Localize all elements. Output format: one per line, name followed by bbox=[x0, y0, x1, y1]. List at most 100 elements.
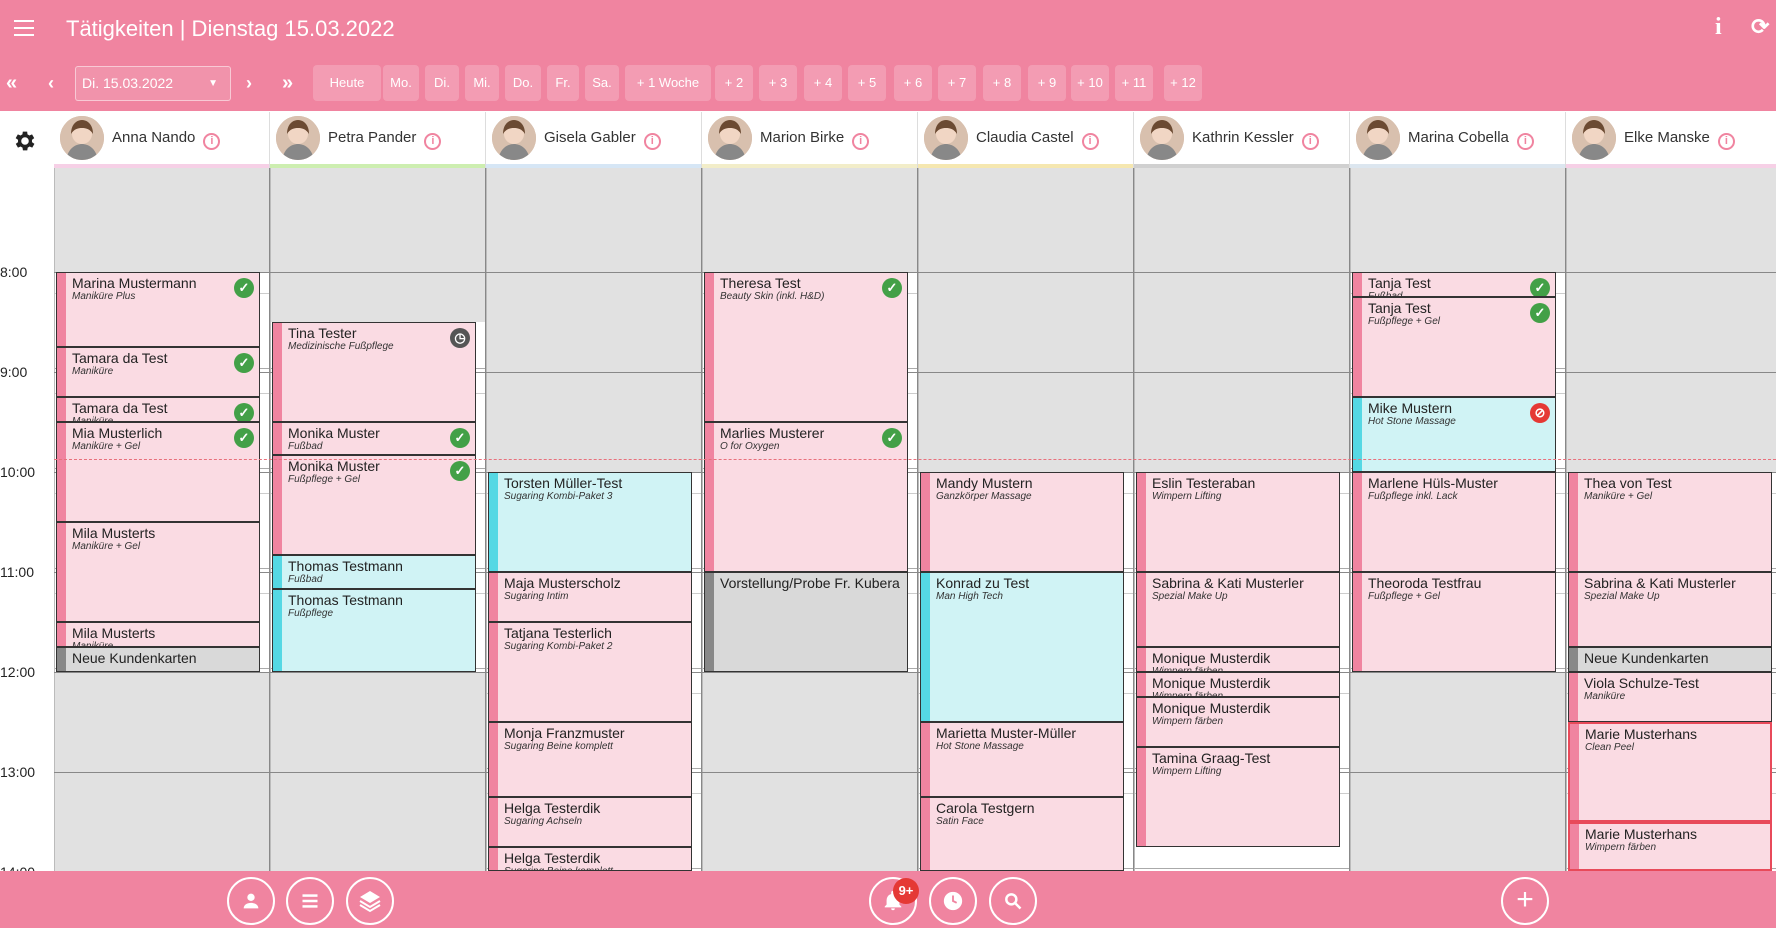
appointment-card[interactable]: Thomas Testmann Fußpflege bbox=[272, 588, 476, 672]
appointment-card[interactable]: Konrad zu Test Man High Tech bbox=[920, 572, 1124, 722]
appointment-card[interactable]: Eslin Testeraban Wimpern Lifting bbox=[1136, 472, 1340, 572]
appointment-card[interactable]: Marie Musterhans Clean Peel bbox=[1568, 722, 1772, 822]
staff-info-icon[interactable]: i bbox=[203, 133, 221, 150]
staff-info-icon[interactable]: i bbox=[1081, 133, 1099, 150]
avatar bbox=[924, 116, 968, 160]
date-select[interactable]: Di. 15.03.2022 ▼ bbox=[75, 66, 231, 101]
nav-button-5[interactable]: Fr. bbox=[547, 65, 579, 101]
appointment-card[interactable]: Tatjana Testerlich Sugaring Kombi-Paket 2 bbox=[488, 622, 692, 722]
appointment-card[interactable]: Monique Musterdik Wimpern färben bbox=[1136, 697, 1340, 747]
appointment-card[interactable]: Sabrina & Kati Musterler Spezial Make Up bbox=[1568, 572, 1772, 647]
staff-name-label: Elke Manske bbox=[1624, 129, 1710, 146]
check-icon: ✓ bbox=[234, 353, 254, 373]
appointment-card[interactable]: Torsten Müller-Test Sugaring Kombi-Paket … bbox=[488, 472, 692, 572]
nav-button-8[interactable]: + 2 bbox=[715, 65, 753, 101]
info-icon[interactable]: i bbox=[1715, 14, 1722, 41]
menu-icon[interactable] bbox=[14, 20, 34, 36]
appointment-card[interactable]: Monique Musterdik Wimpern färben bbox=[1136, 672, 1340, 697]
appointment-card[interactable]: Neue Kundenkarten bbox=[1568, 647, 1772, 672]
nav-button-10[interactable]: + 4 bbox=[804, 65, 842, 101]
appointment-client: Tanja Test bbox=[1368, 275, 1431, 291]
unavailable-block bbox=[1351, 168, 1565, 272]
appointment-card[interactable]: Mia Musterlich Maniküre + Gel ✓ bbox=[56, 422, 260, 522]
appointment-card[interactable]: Vorstellung/Probe Fr. Kubera bbox=[704, 572, 908, 672]
next-day-icon[interactable]: › bbox=[246, 66, 252, 100]
staff-name-label: Kathrin Kessler bbox=[1192, 129, 1294, 146]
list-icon[interactable] bbox=[286, 877, 334, 925]
appointment-client: Monika Muster bbox=[288, 458, 380, 475]
nav-button-15[interactable]: + 9 bbox=[1028, 65, 1066, 101]
appointment-card[interactable]: Mandy Mustern Ganzkörper Massage bbox=[920, 472, 1124, 572]
appointment-color-bar bbox=[1137, 673, 1146, 696]
appointment-card[interactable]: Mike Mustern Hot Stone Massage ⊘ bbox=[1352, 397, 1556, 472]
nav-button-14[interactable]: + 8 bbox=[983, 65, 1021, 101]
nav-button-11[interactable]: + 5 bbox=[848, 65, 886, 101]
nav-button-4[interactable]: Do. bbox=[505, 65, 541, 101]
layers-icon[interactable] bbox=[346, 877, 394, 925]
last-page-icon[interactable]: » bbox=[282, 66, 293, 100]
appointment-card[interactable]: Thomas Testmann Fußbad bbox=[272, 555, 476, 589]
clock-icon[interactable] bbox=[929, 877, 977, 925]
appointment-card[interactable]: Marietta Muster-Müller Hot Stone Massage bbox=[920, 722, 1124, 797]
nav-button-16[interactable]: + 10 bbox=[1071, 65, 1109, 101]
nav-button-7[interactable]: + 1 Woche bbox=[625, 65, 711, 101]
nav-button-12[interactable]: + 6 bbox=[894, 65, 932, 101]
appointment-client: Thea von Test bbox=[1584, 475, 1672, 491]
search-icon[interactable] bbox=[989, 877, 1037, 925]
nav-button-2[interactable]: Di. bbox=[425, 65, 459, 101]
nav-button-1[interactable]: Mo. bbox=[383, 65, 419, 101]
appointment-card[interactable]: Maja Musterscholz Sugaring Intim bbox=[488, 572, 692, 622]
refresh-icon[interactable]: ⟳ bbox=[1751, 14, 1769, 40]
staff-info-icon[interactable]: i bbox=[424, 133, 442, 150]
appointment-card[interactable]: Theresa Test Beauty Skin (inkl. H&D) ✓ bbox=[704, 272, 908, 422]
person-icon[interactable] bbox=[227, 877, 275, 925]
appointment-color-bar bbox=[489, 473, 498, 571]
appointment-client: Marietta Muster-Müller bbox=[936, 725, 1077, 741]
appointment-card[interactable]: Helga Testerdik Sugaring Achseln bbox=[488, 797, 692, 847]
staff-info-icon[interactable]: i bbox=[643, 133, 661, 150]
appointment-card[interactable]: Theoroda Testfrau Fußpflege + Gel bbox=[1352, 572, 1556, 672]
staff-name: Kathrin Kessler i bbox=[1192, 129, 1319, 150]
appointment-card[interactable]: Tina Tester Medizinische Fußpflege ◷ bbox=[272, 322, 476, 422]
staff-info-icon[interactable]: i bbox=[1717, 133, 1735, 150]
appointment-client: Mila Musterts bbox=[72, 525, 156, 541]
nav-button-9[interactable]: + 3 bbox=[759, 65, 797, 101]
appointment-card[interactable]: Monique Musterdik Wimpern färben bbox=[1136, 647, 1340, 672]
nav-button-13[interactable]: + 7 bbox=[938, 65, 976, 101]
nav-button-3[interactable]: Mi. bbox=[465, 65, 499, 101]
appointment-card[interactable]: Thea von Test Maniküre + Gel bbox=[1568, 472, 1772, 572]
appointment-card[interactable]: Marlene Hüls-Muster Fußpflege inkl. Lack bbox=[1352, 472, 1556, 572]
appointment-card[interactable]: Monja Franzmuster Sugaring Beine komplett bbox=[488, 722, 692, 797]
appointment-card[interactable]: Mila Musterts Maniküre bbox=[56, 622, 260, 647]
appointment-card[interactable]: Neue Kundenkarten bbox=[56, 647, 260, 672]
appointment-card[interactable]: Viola Schulze-Test Maniküre bbox=[1568, 672, 1772, 722]
nav-button-6[interactable]: Sa. bbox=[585, 65, 619, 101]
appointment-card[interactable]: Tanja Test Fußpflege + Gel ✓ bbox=[1352, 297, 1556, 397]
add-icon[interactable]: + bbox=[1501, 877, 1549, 925]
appointment-card[interactable]: Tamara da Test Maniküre ✓ bbox=[56, 347, 260, 397]
first-page-icon[interactable]: « bbox=[6, 66, 17, 100]
check-icon: ✓ bbox=[234, 428, 254, 448]
appointment-card[interactable]: Tamara da Test Maniküre ✓ bbox=[56, 397, 260, 422]
appointment-card[interactable]: Mila Musterts Maniküre + Gel bbox=[56, 522, 260, 622]
appointment-card[interactable]: Monika Muster Fußpflege + Gel ✓ bbox=[272, 455, 476, 556]
appointment-card[interactable]: Monika Muster Fußbad ✓ bbox=[272, 422, 476, 456]
appointment-card[interactable]: Marina Mustermann Maniküre Plus ✓ bbox=[56, 272, 260, 347]
appointment-card[interactable]: Marlies Musterer O for Oxygen ✓ bbox=[704, 422, 908, 572]
nav-button-17[interactable]: + 11 bbox=[1115, 65, 1153, 101]
appointment-card[interactable]: Tanja Test Fußbad ✓ bbox=[1352, 272, 1556, 297]
appointment-color-bar bbox=[1569, 473, 1578, 571]
staff-info-icon[interactable]: i bbox=[1301, 133, 1319, 150]
nav-button-18[interactable]: + 12 bbox=[1164, 65, 1202, 101]
nav-button-0[interactable]: Heute bbox=[313, 65, 381, 101]
appointment-card[interactable]: Carola Testgern Satin Face bbox=[920, 797, 1124, 871]
appointment-card[interactable]: Marie Musterhans Wimpern färben bbox=[1568, 822, 1772, 871]
appointment-client: Thomas Testmann bbox=[288, 558, 403, 575]
appointment-card[interactable]: Tamina Graag-Test Wimpern Lifting bbox=[1136, 747, 1340, 847]
appointment-card[interactable]: Sabrina & Kati Musterler Spezial Make Up bbox=[1136, 572, 1340, 647]
staff-info-icon[interactable]: i bbox=[1516, 133, 1534, 150]
appointment-card[interactable]: Helga TesterdikSugaring Beine komplett bbox=[488, 847, 692, 871]
staff-info-icon[interactable]: i bbox=[852, 133, 870, 150]
settings-icon[interactable] bbox=[12, 128, 38, 154]
previous-day-icon[interactable]: ‹ bbox=[48, 66, 54, 100]
